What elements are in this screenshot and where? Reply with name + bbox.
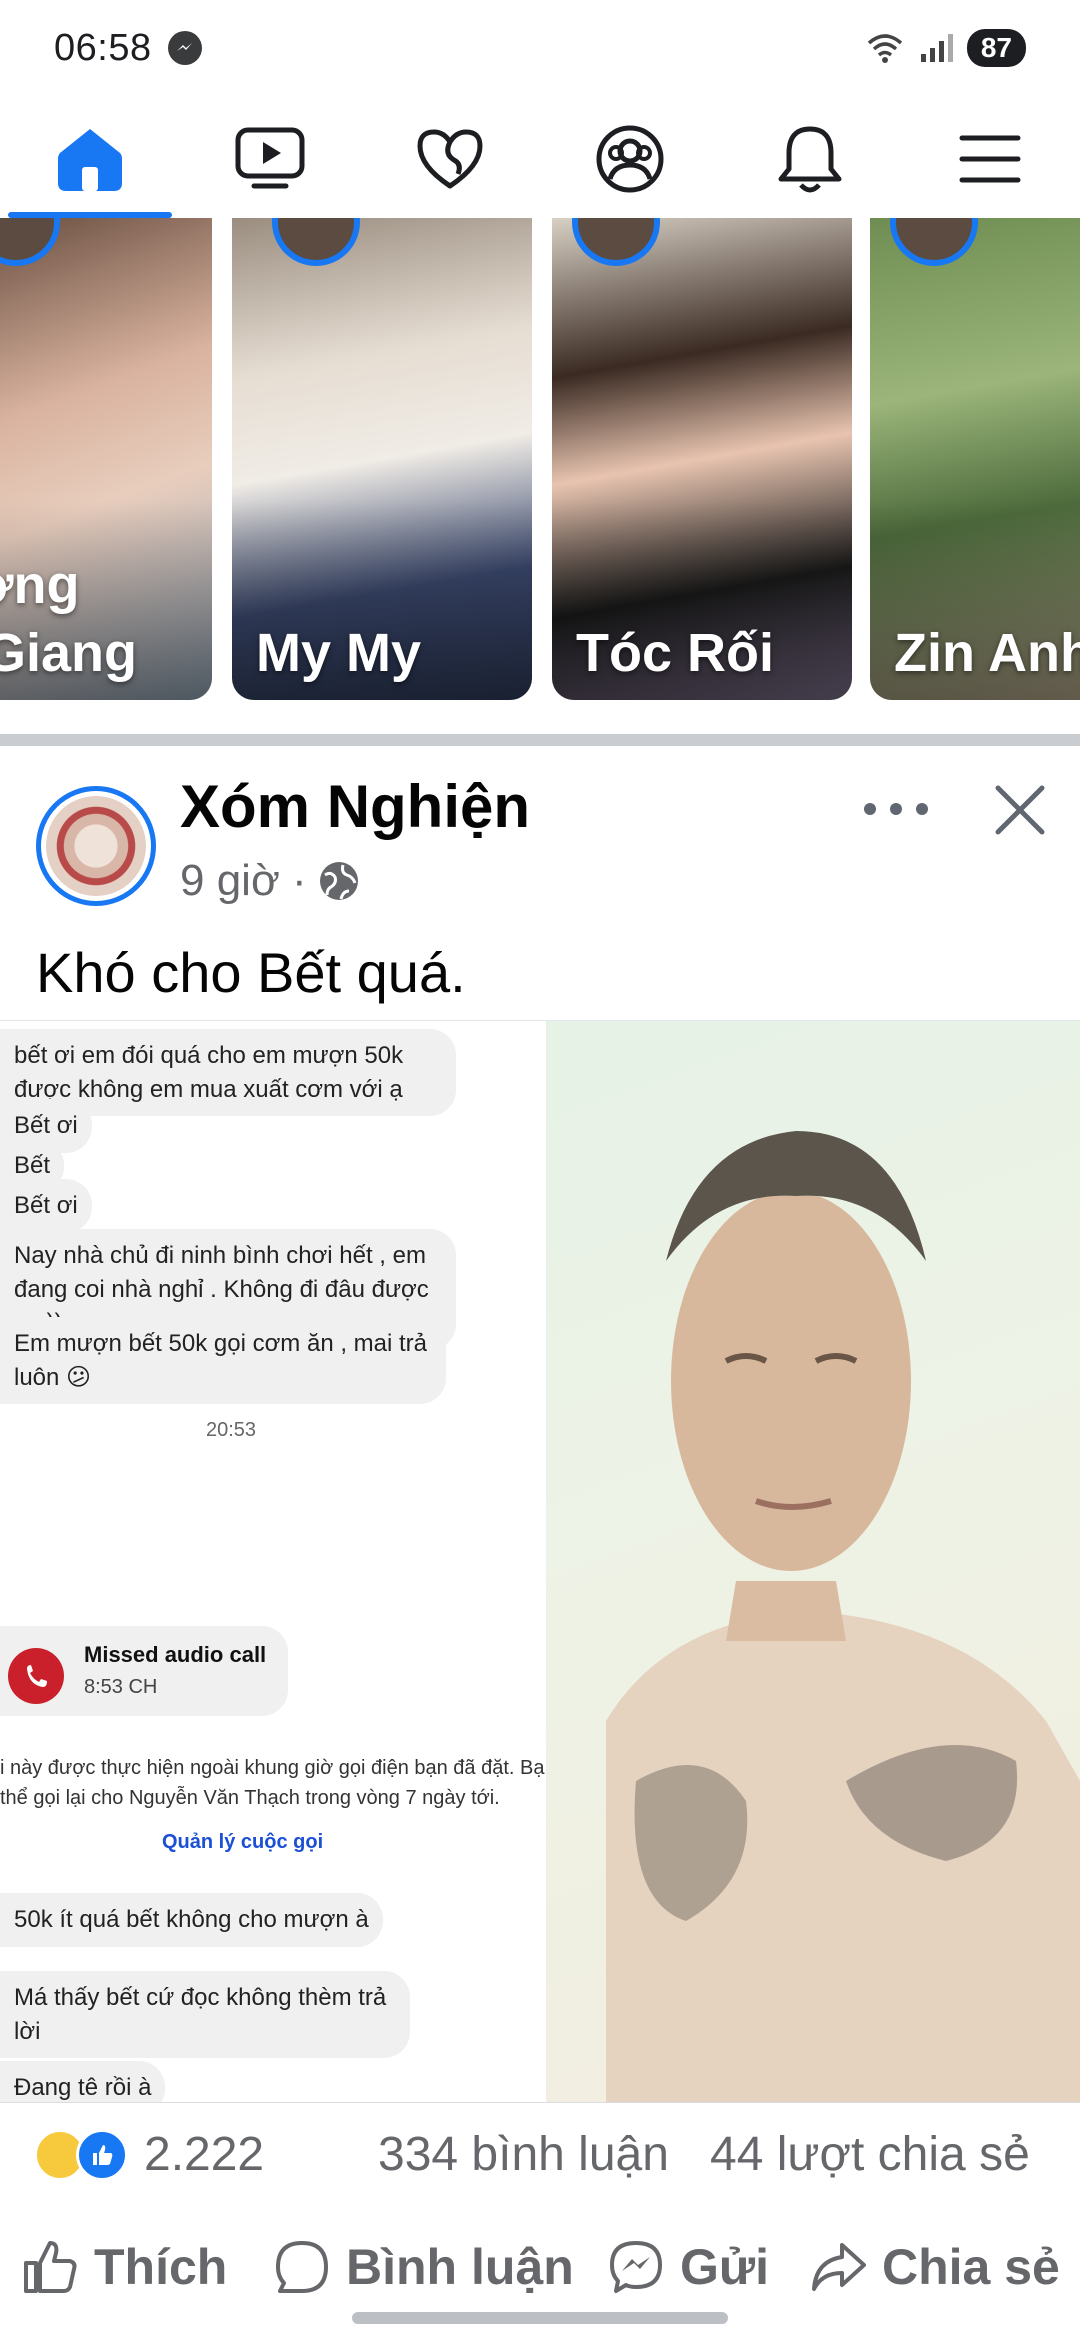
post-actions: Thích Bình luận Gửi Chia sẻ [0, 2222, 1080, 2322]
page-avatar[interactable] [36, 786, 156, 906]
status-time: 06:58 [54, 26, 152, 69]
wifi-icon [867, 34, 902, 63]
send-label: Gửi [680, 2239, 769, 2295]
stories-tray: ương u Giang My My Tóc Rối Zin Anh [0, 218, 1080, 704]
like-button[interactable]: Thích [20, 2222, 227, 2312]
call-title: Missed audio call [84, 1642, 267, 1667]
home-indicator[interactable] [352, 2312, 728, 2324]
portrait-illustration [606, 1131, 1080, 2102]
globe-icon [319, 862, 358, 900]
story-avatar [0, 218, 60, 266]
story-card[interactable]: Tóc Rối [552, 218, 852, 700]
like-reaction-icon [76, 2129, 128, 2181]
thumbs-up-icon [24, 2241, 77, 2293]
comment-bubble-icon [276, 2241, 328, 2293]
story-card[interactable]: My My [232, 218, 532, 700]
reaction-icons[interactable] [34, 2129, 134, 2181]
home-icon [58, 129, 122, 191]
reaction-count[interactable]: 2.222 [144, 2127, 264, 2182]
manage-calls-link: Quản lý cuộc gọi [162, 1831, 324, 1853]
post-time: 9 giờ · [180, 856, 307, 905]
tab-menu[interactable] [900, 100, 1080, 218]
chat-message: Bết ơi [0, 1179, 92, 1233]
feed-separator [0, 734, 1080, 746]
tab-profile[interactable] [540, 100, 720, 218]
story-name: Tóc Rối [576, 623, 774, 683]
story-name: Zin Anh [894, 623, 1080, 683]
tab-dating[interactable] [360, 100, 540, 218]
call-note: thể gọi lại cho Nguyễn Văn Thạch trong v… [0, 1787, 500, 1809]
comment-button[interactable]: Bình luận [272, 2222, 574, 2312]
more-dots-icon [864, 803, 876, 815]
close-icon[interactable] [990, 780, 1050, 840]
messenger-notification-icon [167, 31, 202, 65]
share-label: Chia sẻ [882, 2239, 1060, 2295]
chat-message: Em mượn bết 50k gọi cơm ăn , mai trả luô… [0, 1317, 446, 1405]
post-caption: Khó cho Bết quá. [36, 941, 466, 1004]
story-card[interactable]: ương u Giang [0, 218, 212, 700]
missed-call-icon [8, 1648, 64, 1704]
tab-watch[interactable] [180, 100, 360, 218]
story-name: My My [256, 623, 422, 683]
share-count[interactable]: 44 lượt chia sẻ [710, 2127, 1030, 2182]
signal-icon [920, 34, 953, 62]
top-navigation [0, 100, 1080, 218]
like-label: Thích [94, 2239, 228, 2295]
post-author[interactable]: Xóm Nghiện [180, 772, 530, 841]
post-image[interactable]: bết ơi em đói quá cho em mượn 50k được k… [0, 1020, 1080, 2102]
battery-indicator: 87 [966, 29, 1026, 67]
post-meta: 9 giờ · [180, 856, 361, 906]
story-avatar [272, 218, 360, 266]
bell-icon [778, 126, 842, 193]
person-photo [546, 1021, 1080, 2102]
messenger-icon [610, 2241, 662, 2293]
share-button[interactable]: Chia sẻ [808, 2222, 1060, 2312]
call-note: i này được thực hiện ngoài khung giờ gọi… [0, 1757, 545, 1779]
status-indicators: 87 [865, 29, 1026, 67]
send-button[interactable]: Gửi [606, 2222, 769, 2312]
video-icon [235, 127, 305, 189]
comment-label: Bình luận [346, 2239, 574, 2295]
story-avatar [572, 218, 660, 266]
story-card[interactable]: Zin Anh [870, 218, 1080, 700]
tab-home[interactable] [0, 100, 180, 218]
comment-count[interactable]: 334 bình luận [378, 2127, 669, 2182]
story-avatar [890, 218, 978, 266]
heart-icon [417, 129, 483, 189]
chat-message: Đang tê rồi à [0, 2061, 166, 2102]
story-name-line2: u Giang [0, 623, 137, 683]
profile-icon [596, 125, 664, 193]
story-name-line1: ương [0, 555, 80, 615]
chat-message: Má thấy bết cứ đọc không thèm trả lời [0, 1971, 410, 2059]
chat-message: 50k ít quá bết không cho mượn à [0, 1893, 383, 1947]
call-time: 8:53 CH [84, 1676, 158, 1698]
more-options-button[interactable] [856, 784, 936, 834]
chat-screenshot: bết ơi em đói quá cho em mượn 50k được k… [0, 1021, 546, 2102]
tab-notifications[interactable] [720, 100, 900, 218]
chat-timestamp: 20:53 [206, 1419, 257, 1441]
missed-call-card: Missed audio call 8:53 CH [0, 1626, 288, 1716]
hamburger-menu-icon [959, 135, 1021, 183]
status-bar: 06:58 87 [0, 0, 1080, 96]
share-arrow-icon [812, 2243, 866, 2291]
reactions-bar: 2.222 334 bình luận 44 lượt chia sẻ [0, 2102, 1080, 2202]
